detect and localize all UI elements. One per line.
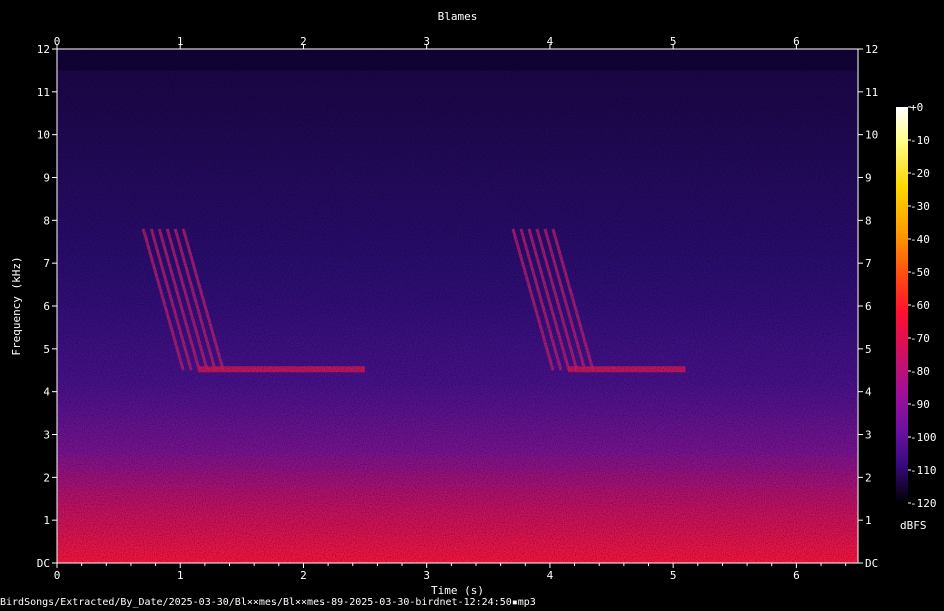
colorbar: +0 -10 -20 -30 -40 -50 -60 -70 -80 -90 -100 -110 -12…: [896, 101, 937, 532]
y-tick-label: 10: [37, 129, 50, 142]
y-tick-label: 3: [43, 429, 50, 442]
colorbar-tick-label: -60: [910, 299, 930, 312]
colorbar-tick-label: +0: [910, 101, 923, 114]
x-tick-label: 5: [670, 35, 677, 48]
colorbar-tick-label: -50: [910, 266, 930, 279]
y-tick-label: 6: [43, 300, 50, 313]
x-tick-label: 3: [423, 35, 430, 48]
spectrogram-noise: [57, 49, 858, 563]
y-tick-label: 12: [865, 43, 878, 56]
y-tick-label: 1: [865, 514, 872, 527]
y-tick-label: 3: [865, 429, 872, 442]
colorbar-tick-label: -100: [910, 431, 937, 444]
colorbar-tick-label: -90: [910, 398, 930, 411]
y-tick-label: 4: [865, 386, 872, 399]
file-path-caption: BirdSongs/Extracted/By_Date/2025-03-30/B…: [0, 597, 536, 608]
y-tick-label: 4: [43, 386, 50, 399]
x-tick-label: 6: [793, 35, 800, 48]
x-tick-label: 2: [300, 569, 307, 582]
x-tick-label: 1: [177, 35, 184, 48]
x-tick-label: 0: [54, 35, 61, 48]
y-tick-label: 1: [43, 514, 50, 527]
colorbar-tick-label: -40: [910, 233, 930, 246]
spectrogram-figure: 00112233445566DC DC1 12 23 34 45 56 67 78 89 910 10…: [10, 10, 937, 597]
y-tick-label: 2: [43, 471, 50, 484]
y-tick-label: 7: [865, 257, 872, 270]
y-tick-label: 2: [865, 471, 872, 484]
y-tick-label: 5: [43, 343, 50, 356]
chart-title: Blames: [438, 10, 478, 23]
colorbar-gradient: [896, 107, 908, 503]
x-tick-label: 5: [670, 569, 677, 582]
y-tick-label: 7: [43, 257, 50, 270]
x-axis-label: Time (s): [431, 584, 484, 597]
y-tick-label: 5: [865, 343, 872, 356]
y-tick-label: 6: [865, 300, 872, 313]
x-tick-label: 6: [793, 569, 800, 582]
colorbar-ticks: +0 -10 -20 -30 -40 -50 -60 -70 -80 -90 -100 -110 -12…: [908, 101, 937, 510]
y-tick-label: 11: [865, 86, 878, 99]
colorbar-tick-label: -20: [910, 167, 930, 180]
colorbar-tick-label: -110: [910, 464, 937, 477]
y-tick-label: 9: [865, 172, 872, 185]
colorbar-tick-label: -10: [910, 134, 930, 147]
x-tick-label: 4: [547, 569, 554, 582]
y-tick-label: 9: [43, 172, 50, 185]
spectrogram-plot: [56, 48, 859, 564]
y-tick-label: 10: [865, 129, 878, 142]
colorbar-tick-label: -80: [910, 365, 930, 378]
x-tick-label: 0: [54, 569, 61, 582]
y-tick-label: 8: [43, 214, 50, 227]
colorbar-tick-label: -120: [910, 497, 937, 510]
y-tick-label: DC: [865, 557, 878, 570]
y-tick-label: 11: [37, 86, 50, 99]
x-tick-label: 2: [300, 35, 307, 48]
x-tick-label: 1: [177, 569, 184, 582]
colorbar-tick-label: -70: [910, 332, 930, 345]
y-tick-label: 12: [37, 43, 50, 56]
y-tick-label: 8: [865, 214, 872, 227]
x-tick-label: 4: [547, 35, 554, 48]
colorbar-tick-label: -30: [910, 200, 930, 213]
y-tick-label: DC: [37, 557, 50, 570]
colorbar-label: dBFS: [900, 519, 927, 532]
y-axis-label: Frequency (kHz): [10, 256, 23, 355]
x-tick-label: 3: [423, 569, 430, 582]
